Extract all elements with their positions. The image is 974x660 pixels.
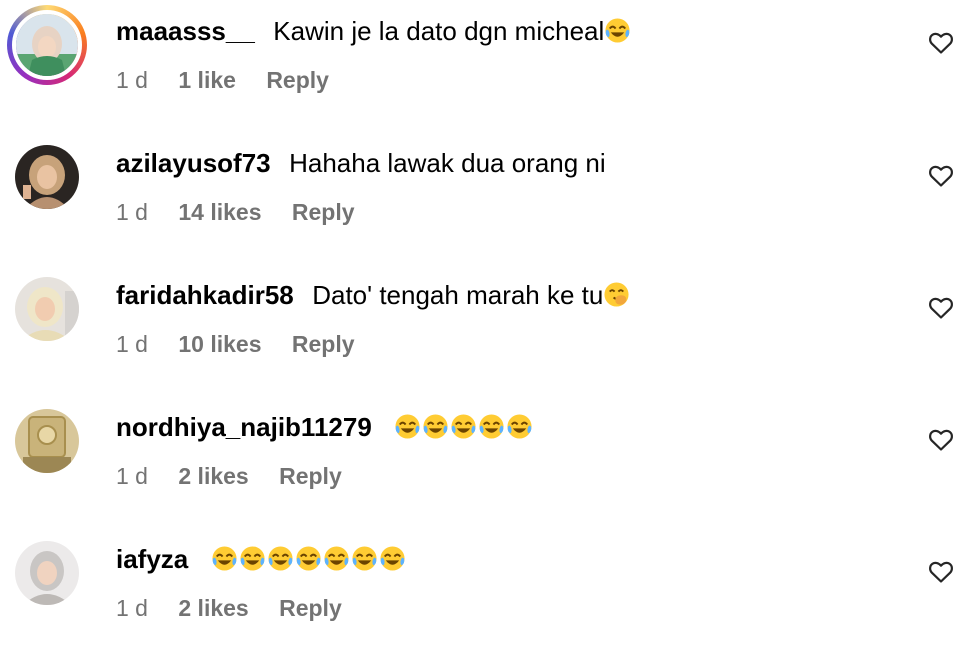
comment-meta: 1 d 1 like Reply	[116, 64, 353, 96]
comment-item: maaasss__ Kawin je la dato dgn micheal 1…	[0, 0, 974, 132]
comment-likes[interactable]: 2 likes	[178, 595, 248, 621]
comment-username[interactable]: faridahkadir58	[116, 280, 294, 310]
avatar[interactable]	[15, 277, 79, 341]
comment-text-line: faridahkadir58 Dato' tengah marah ke tu	[116, 278, 631, 312]
reply-button[interactable]: Reply	[279, 595, 342, 621]
face-with-tears-of-joy-icon	[295, 545, 322, 572]
avatar[interactable]	[12, 10, 82, 80]
reply-button[interactable]: Reply	[292, 199, 355, 225]
comment-username[interactable]: iafyza	[116, 544, 188, 574]
face-with-tears-of-joy-icon	[379, 545, 406, 572]
face-with-tears-of-joy-icon	[422, 413, 449, 440]
comment-text-line: azilayusof73 Hahaha lawak dua orang ni	[116, 146, 606, 180]
face-with-hand-over-mouth-icon	[603, 281, 630, 308]
comment-username[interactable]: maaasss__	[116, 16, 255, 46]
comment-meta: 1 d 14 likes Reply	[116, 196, 379, 228]
face-with-tears-of-joy-icon	[394, 413, 421, 440]
comment-item: azilayusof73 Hahaha lawak dua orang ni 1…	[0, 132, 974, 264]
comment-text-line: iafyza	[116, 542, 407, 576]
comment-timestamp: 1 d	[116, 595, 148, 621]
comment-item: faridahkadir58 Dato' tengah marah ke tu …	[0, 264, 974, 396]
face-with-tears-of-joy-icon	[267, 545, 294, 572]
heart-outline-icon[interactable]	[928, 296, 954, 320]
reply-button[interactable]: Reply	[266, 67, 329, 93]
comment-body: Kawin je la dato dgn micheal	[273, 16, 605, 46]
comment-meta: 1 d 2 likes Reply	[116, 460, 366, 492]
face-with-tears-of-joy-icon	[478, 413, 505, 440]
comment-timestamp: 1 d	[116, 463, 148, 489]
comment-body: Dato' tengah marah ke tu	[312, 280, 604, 310]
comment-meta: 1 d 10 likes Reply	[116, 328, 379, 360]
face-with-tears-of-joy-icon	[351, 545, 378, 572]
comment-timestamp: 1 d	[116, 67, 148, 93]
heart-outline-icon[interactable]	[928, 560, 954, 584]
avatar[interactable]	[15, 145, 79, 209]
face-with-tears-of-joy-icon	[604, 17, 631, 44]
reply-button[interactable]: Reply	[292, 331, 355, 357]
avatar[interactable]	[15, 409, 79, 473]
comment-item: nordhiya_najib11279 1 d 2 likes Reply	[0, 396, 974, 528]
comment-timestamp: 1 d	[116, 199, 148, 225]
heart-outline-icon[interactable]	[928, 428, 954, 452]
avatar-wrap[interactable]	[15, 145, 79, 209]
face-with-tears-of-joy-icon	[211, 545, 238, 572]
comment-likes[interactable]: 2 likes	[178, 463, 248, 489]
face-with-tears-of-joy-icon	[506, 413, 533, 440]
face-with-tears-of-joy-icon	[323, 545, 350, 572]
comment-text-line: nordhiya_najib11279	[116, 410, 534, 444]
avatar-wrap[interactable]	[15, 541, 79, 605]
comment-likes[interactable]: 1 like	[178, 67, 236, 93]
comment-text-line: maaasss__ Kawin je la dato dgn micheal	[116, 14, 632, 48]
face-with-tears-of-joy-icon	[239, 545, 266, 572]
heart-outline-icon[interactable]	[928, 164, 954, 188]
comment-meta: 1 d 2 likes Reply	[116, 592, 366, 624]
comment-username[interactable]: azilayusof73	[116, 148, 271, 178]
comment-body: Hahaha lawak dua orang ni	[289, 148, 606, 178]
comment-likes[interactable]: 10 likes	[178, 331, 261, 357]
avatar-story-ring[interactable]	[7, 5, 87, 85]
avatar-wrap[interactable]	[15, 409, 79, 473]
heart-outline-icon[interactable]	[928, 31, 954, 55]
reply-button[interactable]: Reply	[279, 463, 342, 489]
comment-item: iafyza 1 d 2 likes Reply	[0, 528, 974, 660]
avatar-wrap[interactable]	[15, 277, 79, 341]
comment-timestamp: 1 d	[116, 331, 148, 357]
comment-username[interactable]: nordhiya_najib11279	[116, 412, 372, 442]
comment-likes[interactable]: 14 likes	[178, 199, 261, 225]
avatar[interactable]	[15, 541, 79, 605]
face-with-tears-of-joy-icon	[450, 413, 477, 440]
